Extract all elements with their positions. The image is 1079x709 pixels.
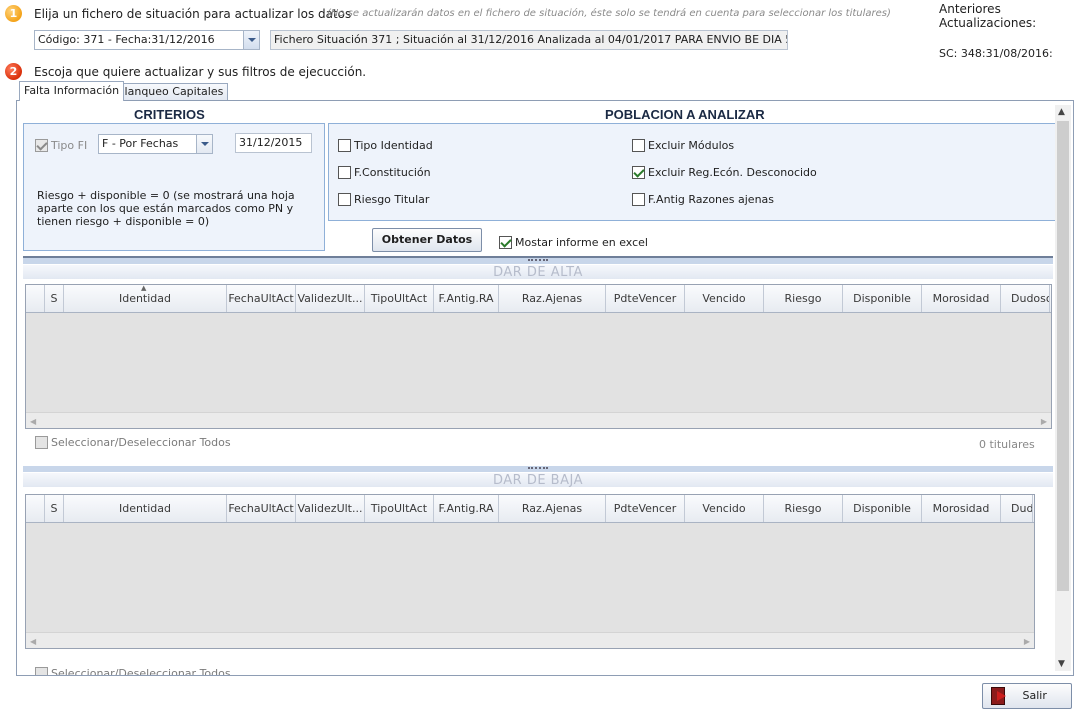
excel-report-label: Mostar informe en excel [515,236,648,249]
tab-falta-informacion[interactable]: Falta Información [19,81,125,101]
exit-icon [991,687,1013,705]
excluir-reg-econ-checkbox[interactable] [632,166,645,179]
chevron-down-icon[interactable] [243,31,259,49]
baja-header: DAR DE BAJA [23,473,1053,488]
scroll-down-icon[interactable]: ▼ [1058,659,1065,669]
criterios-note: Riesgo + disponible = 0 (se mostrará una… [37,189,295,228]
excluir-reg-econ-label: Excluir Reg.Ecón. Desconocido [648,166,817,179]
step-2-label: Escoja que quiere actualizar y sus filtr… [34,65,367,79]
scroll-right-icon[interactable]: ▶ [1024,637,1030,646]
tipo-fi-checkbox[interactable] [35,139,48,152]
alta-select-all-checkbox[interactable] [35,436,48,449]
f-antig-razones-checkbox[interactable] [632,193,645,206]
alta-horizontal-scrollbar[interactable]: ◀ ▶ [26,412,1051,428]
column-header[interactable]: ValidezUlt... [296,285,365,312]
f-constitucion-label: F.Constitución [354,166,431,179]
tipo-fi-label: Tipo FI [51,139,88,152]
tab-blanqueo-capitales[interactable]: Blanqueo Capitales [112,83,229,100]
column-header[interactable]: Vencido [685,285,764,312]
splitter-bottom[interactable] [23,466,1053,472]
sort-asc-icon: ▲ [141,285,147,292]
f-antig-razones-label: F.Antig Razones ajenas [648,193,775,206]
baja-grid-header: S Identidad FechaUltAct ValidezUlt... Ti… [26,495,1034,523]
date-input[interactable]: 31/12/2015 [235,133,312,153]
tipo-identidad-label: Tipo Identidad [354,139,433,152]
column-header[interactable]: Riesgo [764,495,843,522]
column-header[interactable]: F.Antig.RA [434,495,499,522]
salir-label: Salir [1022,689,1047,702]
column-header[interactable]: TipoUltAct [365,285,434,312]
column-header[interactable]: Disponible [843,495,922,522]
obtener-datos-button[interactable]: Obtener Datos [372,228,482,252]
scroll-up-icon[interactable]: ▲ [1058,107,1065,117]
alta-header: DAR DE ALTA [23,265,1053,280]
row-selector-column [26,285,45,312]
step-1-label: Elija un fichero de situación para actua… [34,7,352,21]
splitter-top[interactable] [23,258,1053,264]
column-header[interactable]: S [45,495,64,522]
sc-value: SC: 348:31/08/2016: [939,47,1053,60]
main-vertical-scrollbar[interactable]: ▲ ▼ [1055,105,1071,671]
tipo-identidad-checkbox[interactable] [338,139,351,152]
column-header[interactable]: FechaUltAct [227,495,296,522]
criterios-title: CRITERIOS [134,107,205,122]
salir-button[interactable]: Salir [982,683,1072,709]
column-header[interactable]: Morosidad [922,285,1001,312]
step-2-badge: 2 [5,63,22,80]
main-panel: CRITERIOS Tipo FI F - Por Fechas 31/12/2… [16,100,1074,676]
excluir-modulos-label: Excluir Módulos [648,139,735,152]
column-header[interactable]: Dudoso [1001,495,1033,522]
step-1-badge: 1 [5,5,22,22]
column-header[interactable]: F.Antig.RA [434,285,499,312]
column-header[interactable]: Raz.Ajenas [499,495,606,522]
step-1-note: (No se actualizarán datos en el fichero … [327,8,891,19]
column-header[interactable]: Riesgo [764,285,843,312]
excel-report-checkbox[interactable] [499,236,512,249]
situation-file-combo-value: Código: 371 - Fecha:31/12/2016 [38,33,215,46]
column-header[interactable]: TipoUltAct [365,495,434,522]
scroll-left-icon[interactable]: ◀ [30,417,36,426]
scroll-right-icon[interactable]: ▶ [1041,417,1047,426]
situation-file-combo[interactable]: Código: 371 - Fecha:31/12/2016 [34,30,260,50]
column-header[interactable]: PdteVencer [606,285,685,312]
column-header-identidad[interactable]: ▲ Identidad [64,285,227,312]
poblacion-title: POBLACION A ANALIZAR [605,107,765,122]
baja-select-all-clip: Seleccionar/Deseleccionar Todos [17,665,1053,675]
f-constitucion-checkbox[interactable] [338,166,351,179]
tipo-fi-select[interactable]: F - Por Fechas [98,134,213,154]
chevron-down-icon[interactable] [196,135,212,153]
alta-grid: S ▲ Identidad FechaUltAct ValidezUlt... … [25,284,1052,429]
column-header[interactable]: Identidad [64,495,227,522]
situation-file-info: Fichero Situación 371 ; Situación al 31/… [270,30,788,50]
column-header[interactable]: Vencido [685,495,764,522]
baja-select-all-label: Seleccionar/Deseleccionar Todos [51,667,231,675]
excluir-modulos-checkbox[interactable] [632,139,645,152]
column-header[interactable]: Morosidad [922,495,1001,522]
baja-grid: S Identidad FechaUltAct ValidezUlt... Ti… [25,494,1035,649]
column-header[interactable]: Raz.Ajenas [499,285,606,312]
riesgo-titular-label: Riesgo Titular [354,193,430,206]
row-selector-column [26,495,45,522]
column-header[interactable]: FechaUltAct [227,285,296,312]
alta-grid-header: S ▲ Identidad FechaUltAct ValidezUlt... … [26,285,1051,313]
baja-horizontal-scrollbar[interactable]: ◀ ▶ [26,632,1034,648]
column-header[interactable]: PdteVencer [606,495,685,522]
baja-select-all-checkbox[interactable] [35,667,48,675]
column-header[interactable]: Disponible [843,285,922,312]
alta-count-label: 0 titulares [979,438,1035,451]
alta-select-all-label: Seleccionar/Deseleccionar Todos [51,436,231,449]
tipo-fi-select-value: F - Por Fechas [102,137,179,150]
scroll-left-icon[interactable]: ◀ [30,637,36,646]
previous-updates-label: Anteriores Actualizaciones: [939,2,1037,30]
column-header[interactable]: ValidezUlt... [296,495,365,522]
column-header[interactable]: Dudoso [1001,285,1050,312]
scroll-thumb[interactable] [1057,121,1069,591]
riesgo-titular-checkbox[interactable] [338,193,351,206]
column-header[interactable]: S [45,285,64,312]
